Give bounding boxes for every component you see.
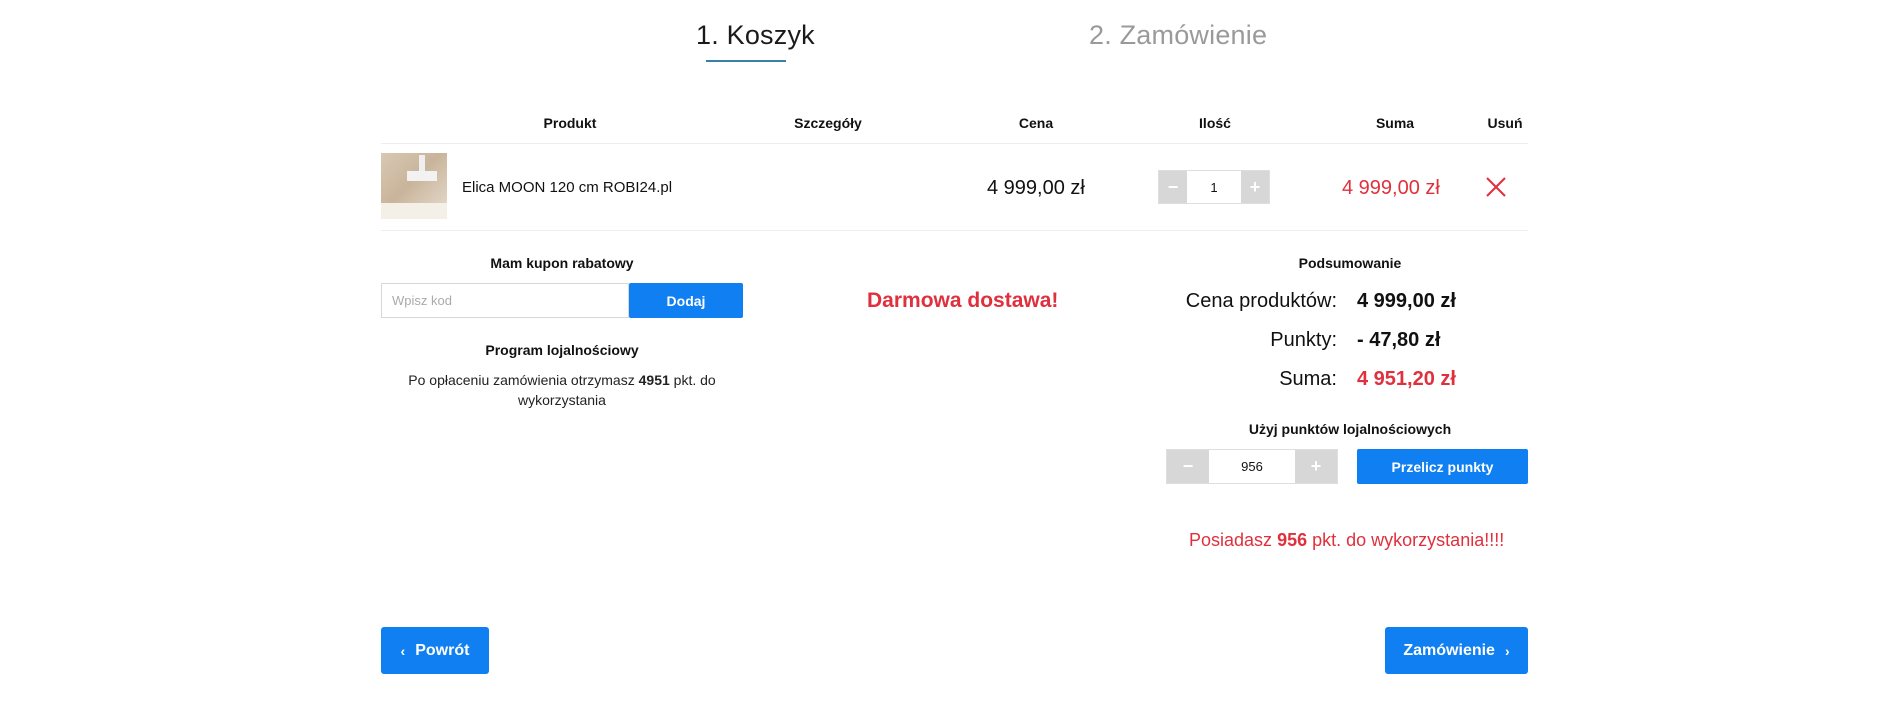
summary-points-label: Punkty: [1270, 329, 1337, 351]
table-row: Elica MOON 120 cm ROBI24.pl 4 999,00 zł … [381, 144, 1528, 230]
points-stepper: − 956 + [1166, 449, 1338, 484]
quantity-decrement-button[interactable]: − [1159, 171, 1187, 203]
chevron-left-icon: ‹ [400, 642, 406, 659]
remove-item-button[interactable] [1484, 175, 1508, 199]
summary-total-value: 4 951,20 zł [1357, 368, 1456, 390]
points-input[interactable]: 956 [1209, 450, 1295, 483]
summary-points-value: - 47,80 zł [1357, 329, 1441, 351]
col-header-remove: Usuń [1487, 115, 1523, 131]
step-cart[interactable]: 1. Koszyk [696, 20, 815, 51]
col-header-quantity: Ilość [1199, 115, 1231, 131]
order-button[interactable]: Zamówienie › [1385, 627, 1528, 674]
points-msg-before: Posiadasz [1189, 530, 1273, 550]
summary-products-label: Cena produktów: [1185, 290, 1337, 312]
quantity-increment-button[interactable]: + [1241, 171, 1269, 203]
step-order[interactable]: 2. Zamówienie [1089, 20, 1267, 51]
product-price: 4 999,00 zł [987, 177, 1085, 199]
points-msg-after: pkt. do wykorzystania!!!! [1312, 530, 1505, 550]
use-points-title: Użyj punktów lojalnościowych [1248, 421, 1452, 437]
coupon-add-button[interactable]: Dodaj [629, 283, 743, 318]
col-header-details: Szczegóły [794, 115, 862, 131]
free-shipping-label: Darmowa dostawa! [867, 289, 1059, 312]
summary-products-value: 4 999,00 zł [1357, 290, 1456, 312]
loyalty-text-before: Po opłaceniu zamówienia otrzymasz [408, 372, 635, 388]
loyalty-title: Program lojalnościowy [485, 342, 639, 358]
quantity-stepper: − 1 + [1158, 170, 1270, 204]
quantity-input[interactable]: 1 [1187, 171, 1241, 203]
back-button[interactable]: ‹ Powrót [381, 627, 489, 674]
summary-total-label: Suma: [1279, 368, 1337, 390]
product-thumbnail[interactable] [381, 153, 447, 219]
loyalty-text-after: pkt. do [673, 372, 716, 388]
back-button-label: Powrót [415, 641, 470, 659]
points-decrement-button[interactable]: − [1167, 450, 1209, 483]
chevron-right-icon: › [1504, 642, 1510, 659]
coupon-code-input[interactable]: Wpisz kod [381, 283, 629, 318]
coupon-title: Mam kupon rabatowy [490, 255, 634, 271]
recalculate-points-button[interactable]: Przelicz punkty [1357, 449, 1528, 484]
close-icon [1486, 177, 1506, 197]
points-msg-count: 956 [1277, 530, 1308, 550]
product-row-sum: 4 999,00 zł [1342, 177, 1440, 199]
loyalty-earned-points: 4951 [638, 372, 670, 388]
order-button-label: Zamówienie [1403, 641, 1495, 659]
loyalty-text-after-2: wykorzystania [518, 392, 606, 408]
points-increment-button[interactable]: + [1295, 450, 1337, 483]
product-name-link[interactable]: Elica MOON 120 cm ROBI24.pl [462, 179, 672, 196]
col-header-sum: Suma [1375, 115, 1415, 131]
active-step-underline [706, 60, 786, 62]
table-row-divider [381, 230, 1528, 231]
summary-title: Podsumowanie [1298, 255, 1402, 271]
col-header-price: Cena [1018, 115, 1054, 131]
col-header-product: Produkt [543, 115, 597, 131]
loyalty-info-text: Po opłaceniu zamówienia otrzymasz 4951 p… [381, 370, 743, 410]
available-points-message: Posiadasz 956 pkt. do wykorzystania!!!! [1189, 530, 1504, 551]
